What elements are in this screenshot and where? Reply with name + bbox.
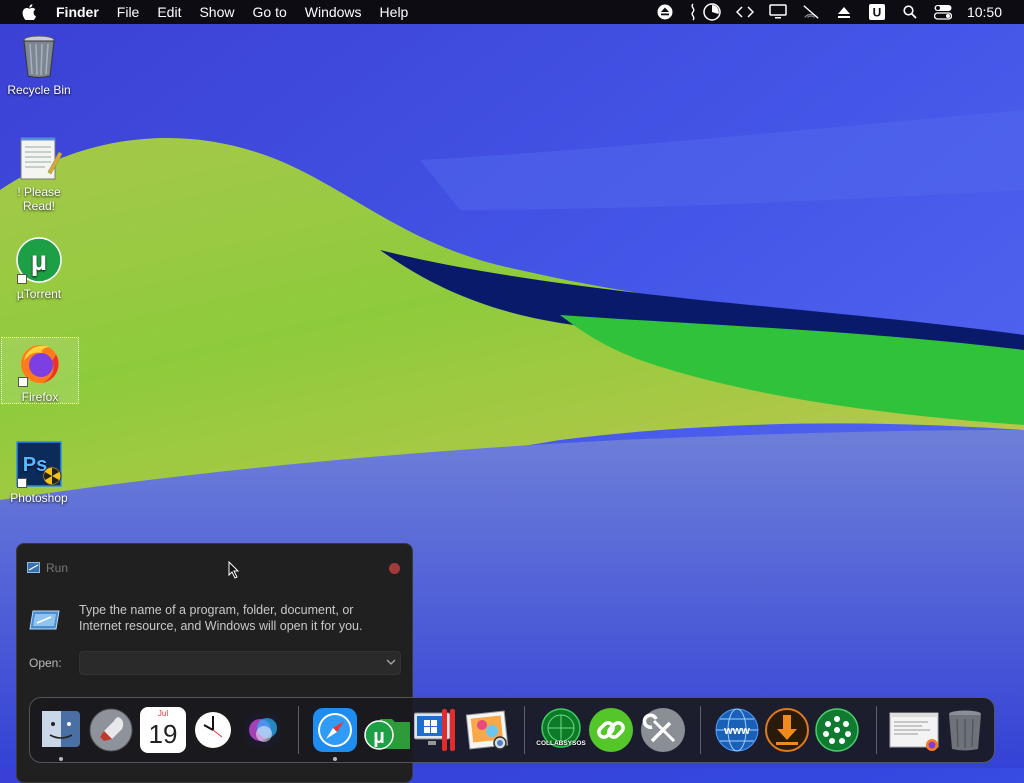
trash-icon: [949, 710, 981, 751]
dock-separator: [524, 706, 525, 754]
dock-minimized-window[interactable]: [888, 707, 940, 753]
muted-icon[interactable]: [802, 4, 820, 20]
display-icon[interactable]: [769, 4, 787, 20]
mouse-cursor-icon: [228, 561, 240, 579]
status-area: U 10:50: [656, 0, 1024, 24]
finder-icon: [42, 711, 80, 747]
dock-separator: [700, 706, 701, 754]
preview-icon: [465, 710, 509, 750]
svg-text:µ: µ: [373, 726, 385, 748]
dock-clock[interactable]: [190, 707, 236, 753]
notepad-icon: [15, 134, 63, 182]
desktop-icon-photoshop[interactable]: Ps Photoshop: [1, 440, 77, 505]
dock-network[interactable]: [814, 707, 860, 753]
desktop-icon-label: Firefox: [21, 390, 59, 404]
run-dialog-title: Run: [46, 561, 69, 575]
dock-web-browser[interactable]: www: [714, 707, 760, 753]
chevron-down-icon[interactable]: [385, 656, 397, 668]
dock-launchpad[interactable]: [88, 707, 134, 753]
dock-finder[interactable]: [38, 707, 84, 761]
recycle-bin-icon: [15, 32, 63, 80]
utorrent-icon: µ: [15, 236, 63, 284]
control-center-icon[interactable]: [933, 4, 952, 20]
desktop-icon-label: ! Please Read!: [17, 185, 61, 213]
menu-bar: Finder File Edit Show Go to Windows Help…: [0, 0, 1024, 24]
parallels-windows-icon: [413, 709, 455, 751]
menu-help[interactable]: Help: [380, 4, 409, 20]
siri-icon: [246, 713, 280, 747]
audio-wave-icon[interactable]: [689, 3, 697, 21]
dock-siri[interactable]: [240, 707, 286, 753]
run-dialog-description: Type the name of a program, folder, docu…: [79, 603, 363, 633]
photoshop-icon: Ps: [15, 440, 63, 488]
link-icon: [589, 708, 633, 752]
shortcut-arrow-icon: [17, 274, 27, 284]
dock-system-tools[interactable]: [640, 707, 686, 753]
utorrent-folder-icon: µ: [364, 719, 410, 750]
downloads-icon: [765, 708, 809, 752]
desktop-icon-label: Photoshop: [10, 491, 68, 505]
system-tools-icon: [641, 708, 685, 752]
close-icon[interactable]: [389, 563, 400, 574]
launchpad-icon: [89, 708, 133, 752]
dock-parallels-windows[interactable]: [413, 707, 460, 753]
menu-go-to[interactable]: Go to: [253, 4, 287, 20]
svg-text:www: www: [723, 725, 750, 737]
running-indicator: [333, 757, 337, 761]
desktop-icon-utorrent[interactable]: µ µTorrent: [1, 236, 77, 301]
dock: Jul 19 µ COLLABSYSOS www: [29, 697, 995, 763]
dock-calendar[interactable]: Jul 19: [140, 707, 186, 753]
dock-utorrent-folder[interactable]: µ: [364, 707, 410, 753]
desktop-icon-recycle-bin[interactable]: Recycle Bin: [1, 32, 77, 97]
window-thumbnail-icon: [889, 712, 939, 751]
menu-file[interactable]: File: [117, 4, 140, 20]
search-icon[interactable]: [901, 4, 919, 20]
apple-icon[interactable]: [22, 4, 36, 20]
desktop-icon-label: Recycle Bin: [7, 83, 71, 97]
dock-separator: [876, 706, 877, 754]
running-indicator: [59, 757, 63, 761]
code-icon[interactable]: [735, 4, 754, 20]
safari-icon: [313, 708, 357, 752]
collabsysos-badge: COLLABSYSOS: [536, 740, 586, 747]
pie-chart-icon[interactable]: [703, 3, 721, 21]
desktop-icon-firefox[interactable]: Firefox: [1, 337, 79, 404]
shortcut-arrow-icon: [18, 377, 28, 387]
svg-text:U: U: [873, 6, 882, 20]
upload-icon[interactable]: [835, 4, 853, 20]
dock-safari[interactable]: [312, 707, 358, 761]
desktop-icon-please-read[interactable]: ! Please Read!: [1, 134, 77, 213]
u-badge-icon[interactable]: U: [868, 4, 886, 20]
dock-collabsysos[interactable]: COLLABSYSOS: [536, 707, 586, 753]
svg-text:µ: µ: [31, 245, 47, 276]
open-input[interactable]: [79, 651, 401, 675]
calendar-day: 19: [148, 719, 178, 749]
dock-downloads[interactable]: [764, 707, 810, 753]
desktop-icon-label: µTorrent: [16, 287, 62, 301]
dock-separator: [298, 706, 299, 754]
menu-app-name[interactable]: Finder: [56, 4, 99, 20]
shortcut-arrow-icon: [17, 478, 27, 488]
menu-windows[interactable]: Windows: [305, 4, 362, 20]
web-browser-icon: www: [715, 708, 759, 752]
network-icon: [815, 708, 859, 752]
run-icon: [29, 610, 60, 630]
menu-clock[interactable]: 10:50: [967, 4, 1002, 20]
dock-trash[interactable]: [942, 707, 988, 753]
menu-edit[interactable]: Edit: [157, 4, 181, 20]
eject-icon[interactable]: [656, 4, 674, 20]
menu-show[interactable]: Show: [199, 4, 234, 20]
open-label: Open:: [29, 656, 62, 670]
run-title-icon: [27, 562, 40, 573]
clock-icon: [192, 709, 234, 751]
firefox-icon: [16, 339, 64, 387]
dock-link[interactable]: [588, 707, 634, 753]
dock-preview[interactable]: [464, 707, 510, 753]
